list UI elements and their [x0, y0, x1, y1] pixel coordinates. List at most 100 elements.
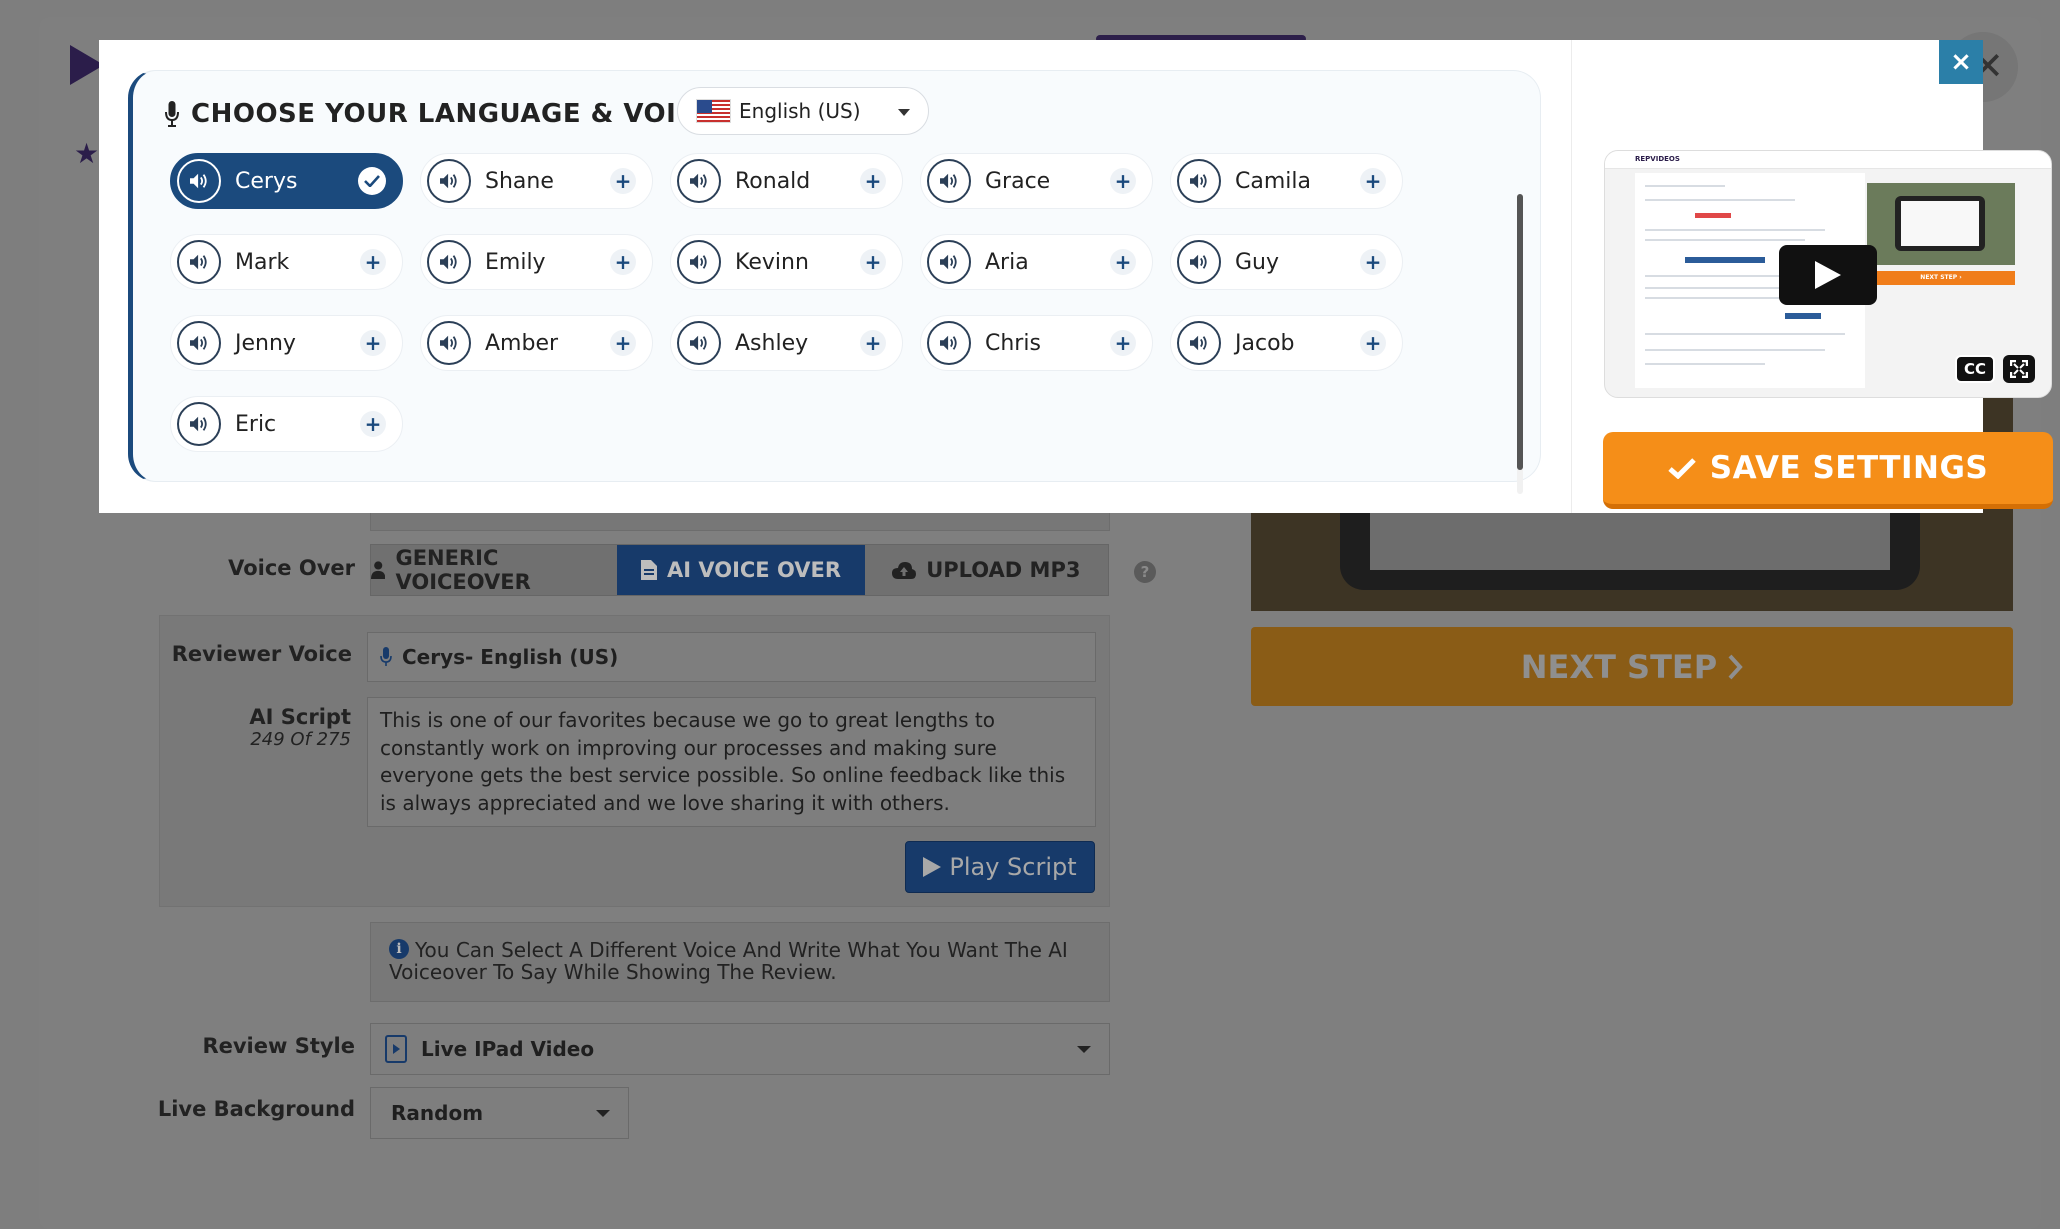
play-icon: [1815, 261, 1841, 289]
voice-option-emily[interactable]: Emily +: [420, 234, 653, 290]
help-icon[interactable]: ?: [1134, 561, 1156, 583]
plus-icon[interactable]: +: [1360, 249, 1386, 275]
voice-name: Emily: [485, 249, 546, 275]
ai-script-label: AI Script: [249, 705, 351, 729]
check-icon: [1668, 458, 1696, 479]
review-style-label: Review Style: [202, 1034, 355, 1058]
video-play-button[interactable]: [1779, 245, 1877, 305]
plus-icon[interactable]: +: [860, 168, 886, 194]
voice-option-aria[interactable]: Aria +: [920, 234, 1153, 290]
voice-option-ronald[interactable]: Ronald +: [670, 153, 903, 209]
voice-option-jacob[interactable]: Jacob +: [1170, 315, 1403, 371]
tutorial-video[interactable]: REPVIDEOS NEXT STEP › CC: [1604, 150, 2052, 398]
voice-name: Ronald: [735, 168, 811, 194]
voice-option-kevinn[interactable]: Kevinn +: [670, 234, 903, 290]
voice-name: Camila: [1235, 168, 1311, 194]
play-icon: [923, 857, 942, 877]
user-icon: [371, 561, 386, 580]
speaker-icon[interactable]: [927, 159, 971, 203]
voice-option-shane[interactable]: Shane +: [420, 153, 653, 209]
plus-icon[interactable]: +: [610, 249, 636, 275]
save-settings-button[interactable]: SAVE SETTINGS: [1603, 432, 2053, 509]
plus-icon[interactable]: +: [610, 330, 636, 356]
voice-option-ashley[interactable]: Ashley +: [670, 315, 903, 371]
voice-option-camila[interactable]: Camila +: [1170, 153, 1403, 209]
plus-icon[interactable]: +: [860, 249, 886, 275]
modal-title-text: CHOOSE YOUR LANGUAGE & VOICE: [191, 99, 715, 129]
live-background-select[interactable]: Random: [370, 1087, 629, 1139]
language-voice-modal: CHOOSE YOUR LANGUAGE & VOICE English (US…: [99, 40, 2053, 513]
fullscreen-button[interactable]: [2003, 355, 2035, 383]
plus-icon[interactable]: +: [1110, 330, 1136, 356]
speaker-icon[interactable]: [927, 240, 971, 284]
speaker-icon[interactable]: [427, 159, 471, 203]
plus-icon[interactable]: +: [360, 249, 386, 275]
save-settings-label: SAVE SETTINGS: [1709, 450, 1989, 486]
voice-option-jenny[interactable]: Jenny +: [170, 315, 403, 371]
speaker-icon[interactable]: [177, 321, 221, 365]
modal-divider: [1571, 40, 1572, 513]
speaker-icon[interactable]: [427, 321, 471, 365]
next-step-button[interactable]: NEXT STEP: [1251, 627, 2013, 706]
speaker-icon[interactable]: [1177, 321, 1221, 365]
voice-name: Guy: [1235, 249, 1280, 275]
plus-icon[interactable]: +: [1110, 168, 1136, 194]
voice-option-mark[interactable]: Mark +: [170, 234, 403, 290]
play-script-button[interactable]: Play Script: [905, 841, 1095, 893]
voice-option-amber[interactable]: Amber +: [420, 315, 653, 371]
modal-close-button[interactable]: ×: [1939, 40, 1983, 84]
speaker-icon[interactable]: [677, 159, 721, 203]
voice-name: Jacob: [1235, 330, 1295, 356]
voice-option-chris[interactable]: Chris +: [920, 315, 1153, 371]
video-tablet-screen: [1901, 201, 1979, 246]
video-app-header: REPVIDEOS: [1605, 151, 2051, 169]
review-style-select[interactable]: Live IPad Video: [370, 1023, 1110, 1075]
voice-over-toggle: GENERIC VOICEOVER AI VOICE OVER UPLOAD M…: [370, 544, 1109, 596]
play-script-label: Play Script: [949, 853, 1077, 881]
plus-icon[interactable]: +: [1360, 330, 1386, 356]
language-select[interactable]: English (US): [677, 87, 929, 135]
speaker-icon[interactable]: [177, 240, 221, 284]
voice-name: Aria: [985, 249, 1029, 275]
upload-mp3-option[interactable]: UPLOAD MP3: [865, 545, 1108, 595]
upload-mp3-label: UPLOAD MP3: [926, 558, 1081, 582]
speaker-icon[interactable]: [1177, 240, 1221, 284]
voice-option-cerys[interactable]: Cerys: [170, 153, 403, 209]
ai-script-textarea[interactable]: This is one of our favorites because we …: [367, 697, 1096, 827]
plus-icon[interactable]: +: [360, 330, 386, 356]
chevron-down-icon: [898, 109, 910, 116]
plus-icon[interactable]: +: [610, 168, 636, 194]
info-text: You Can Select A Different Voice And Wri…: [389, 938, 1068, 984]
video-next-step: NEXT STEP ›: [1867, 271, 2015, 285]
reviewer-voice-field[interactable]: Cerys- English (US): [367, 632, 1096, 682]
plus-icon[interactable]: +: [1360, 168, 1386, 194]
voice-name: Grace: [985, 168, 1051, 194]
plus-icon[interactable]: +: [860, 330, 886, 356]
live-background-value: Random: [391, 1101, 484, 1125]
voice-name: Ashley: [735, 330, 809, 356]
voice-option-grace[interactable]: Grace +: [920, 153, 1153, 209]
speaker-icon[interactable]: [177, 402, 221, 446]
document-icon: [640, 560, 657, 580]
speaker-icon[interactable]: [677, 240, 721, 284]
plus-icon[interactable]: +: [1110, 249, 1136, 275]
generic-voiceover-option[interactable]: GENERIC VOICEOVER: [371, 545, 617, 595]
voice-name: Amber: [485, 330, 559, 356]
voice-option-eric[interactable]: Eric +: [170, 396, 403, 452]
ai-voice-over-option[interactable]: AI VOICE OVER: [617, 545, 865, 595]
info-note: i You Can Select A Different Voice And Wr…: [370, 922, 1110, 1002]
fullscreen-icon: [2010, 360, 2028, 378]
plus-icon[interactable]: +: [360, 411, 386, 437]
speaker-icon[interactable]: [927, 321, 971, 365]
reviewer-voice-value: Cerys- English (US): [402, 645, 619, 669]
speaker-icon[interactable]: [677, 321, 721, 365]
voice-option-guy[interactable]: Guy +: [1170, 234, 1403, 290]
speaker-icon[interactable]: [1177, 159, 1221, 203]
speaker-icon[interactable]: [177, 159, 221, 203]
video-brand: REPVIDEOS: [1635, 155, 1680, 163]
speaker-icon[interactable]: [427, 240, 471, 284]
scrollbar-thumb[interactable]: [1517, 194, 1523, 470]
closed-captions-button[interactable]: CC: [1955, 355, 1995, 383]
us-flag-icon: [696, 99, 731, 123]
info-icon: i: [389, 939, 409, 959]
